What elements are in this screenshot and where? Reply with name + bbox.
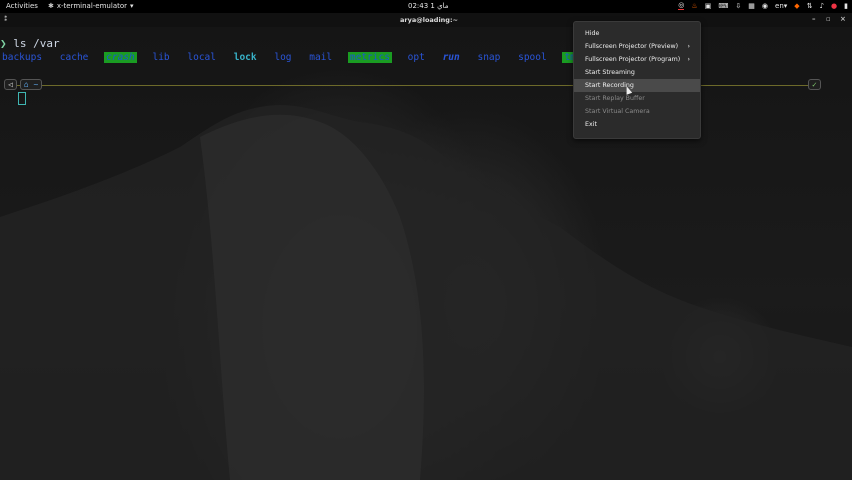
grid-icon[interactable]: ▦ [748, 2, 755, 10]
close-button[interactable]: × [840, 15, 846, 23]
menu-item-label: Start Streaming [585, 69, 635, 76]
terminal-menu-icon[interactable]: ⁑ [4, 15, 8, 23]
download-icon[interactable]: ⇩ [735, 2, 741, 10]
terminal-app-icon: ✱ [48, 2, 54, 10]
battery-icon[interactable]: ▮ [844, 2, 848, 10]
prompt-arrow: ❯ [0, 37, 7, 50]
menu-item-start-replay-buffer: Start Replay Buffer [574, 92, 700, 105]
dir-label: ~ [33, 80, 39, 89]
menu-item-start-recording[interactable]: Start Recording [574, 79, 700, 92]
network-icon[interactable]: ⇅ [807, 2, 813, 10]
list-item: log [274, 52, 292, 63]
text-cursor [18, 92, 26, 105]
menu-item-label: Hide [585, 30, 600, 37]
top-bar: Activities ✱ x-terminal-emulator ▾ 02:43… [0, 0, 852, 13]
terminal-area[interactable]: ❯ ls /var backups cache crash lib local … [0, 27, 852, 480]
menu-item-hide[interactable]: Hide [574, 27, 700, 40]
chevron-right-icon: › [687, 56, 690, 63]
ls-output: backups cache crash lib local lock log m… [0, 52, 592, 63]
list-item: backups [2, 52, 43, 63]
ubuntu-icon[interactable]: ◉ [762, 2, 768, 10]
os-segment: ◁ [4, 79, 17, 90]
menu-item-exit[interactable]: Exit [574, 118, 700, 131]
square-icon[interactable]: ▣ [705, 2, 712, 10]
system-tray: ◎ ♨ ▣ ⌨ ⇩ ▦ ◉ en▾ ◆ ⇅ ♪ ● ▮ [678, 1, 848, 10]
menu-item-label: Start Replay Buffer [585, 95, 645, 102]
menu-item-label: Fullscreen Projector (Preview) [585, 43, 679, 50]
keyboard-icon[interactable]: ⌨ [718, 2, 728, 10]
list-item: metrics [347, 52, 392, 63]
list-item: local [187, 52, 216, 63]
powerline-prompt: ◁ ⌂ ~ [4, 79, 43, 90]
app-menu-label: x-terminal-emulator [56, 2, 128, 10]
list-item: spool [518, 52, 547, 63]
maximize-button[interactable]: ▫ [826, 15, 831, 23]
menu-item-projector-program[interactable]: Fullscreen Projector (Program) › [574, 53, 700, 66]
mic-icon[interactable]: ● [831, 2, 837, 10]
obs-icon[interactable]: ◎ [678, 1, 685, 10]
list-item: lock [233, 52, 257, 63]
list-item: opt [407, 52, 425, 63]
flame-icon[interactable]: ♨ [691, 2, 697, 10]
list-item: mail [309, 52, 333, 63]
speaker-icon[interactable]: ♪ [820, 2, 824, 10]
command-text: ls /var [13, 37, 60, 50]
list-item: lib [152, 52, 170, 63]
menu-item-label: Fullscreen Projector (Program) [585, 56, 681, 63]
window-title: arya@loading:~ [400, 16, 459, 24]
home-icon: ⌂ [23, 80, 29, 89]
list-item: snap [477, 52, 501, 63]
menu-item-projector-preview[interactable]: Fullscreen Projector (Preview) › [574, 40, 700, 53]
list-item: crash [104, 52, 137, 63]
menu-item-start-virtual-camera: Start Virtual Camera [574, 105, 700, 118]
language-indicator[interactable]: en▾ [775, 2, 787, 10]
brave-icon[interactable]: ◆ [794, 2, 799, 10]
list-item: run [442, 52, 460, 63]
status-check-icon: ✓ [808, 79, 821, 90]
app-menu[interactable]: ✱ x-terminal-emulator ▾ [48, 2, 134, 10]
minimize-button[interactable]: – [812, 15, 816, 23]
chevron-right-icon: › [687, 43, 690, 50]
menu-item-label: Exit [585, 121, 597, 128]
chevron-down-icon: ▾ [130, 2, 134, 10]
clock[interactable]: 02:43 1 ماي [408, 2, 448, 10]
wallpaper-mountain [0, 104, 852, 480]
list-item: cache [59, 52, 89, 63]
dir-segment: ⌂ ~ [19, 79, 43, 90]
language-label: en [775, 1, 784, 10]
activities-button[interactable]: Activities [6, 2, 38, 10]
obs-tray-menu: Hide Fullscreen Projector (Preview) › Fu… [573, 21, 701, 139]
command-line: ❯ ls /var [0, 37, 60, 50]
menu-item-label: Start Virtual Camera [585, 108, 650, 115]
menu-item-start-streaming[interactable]: Start Streaming [574, 66, 700, 79]
window-title-bar[interactable]: ⁑ arya@loading:~ – ▫ × [0, 13, 852, 27]
